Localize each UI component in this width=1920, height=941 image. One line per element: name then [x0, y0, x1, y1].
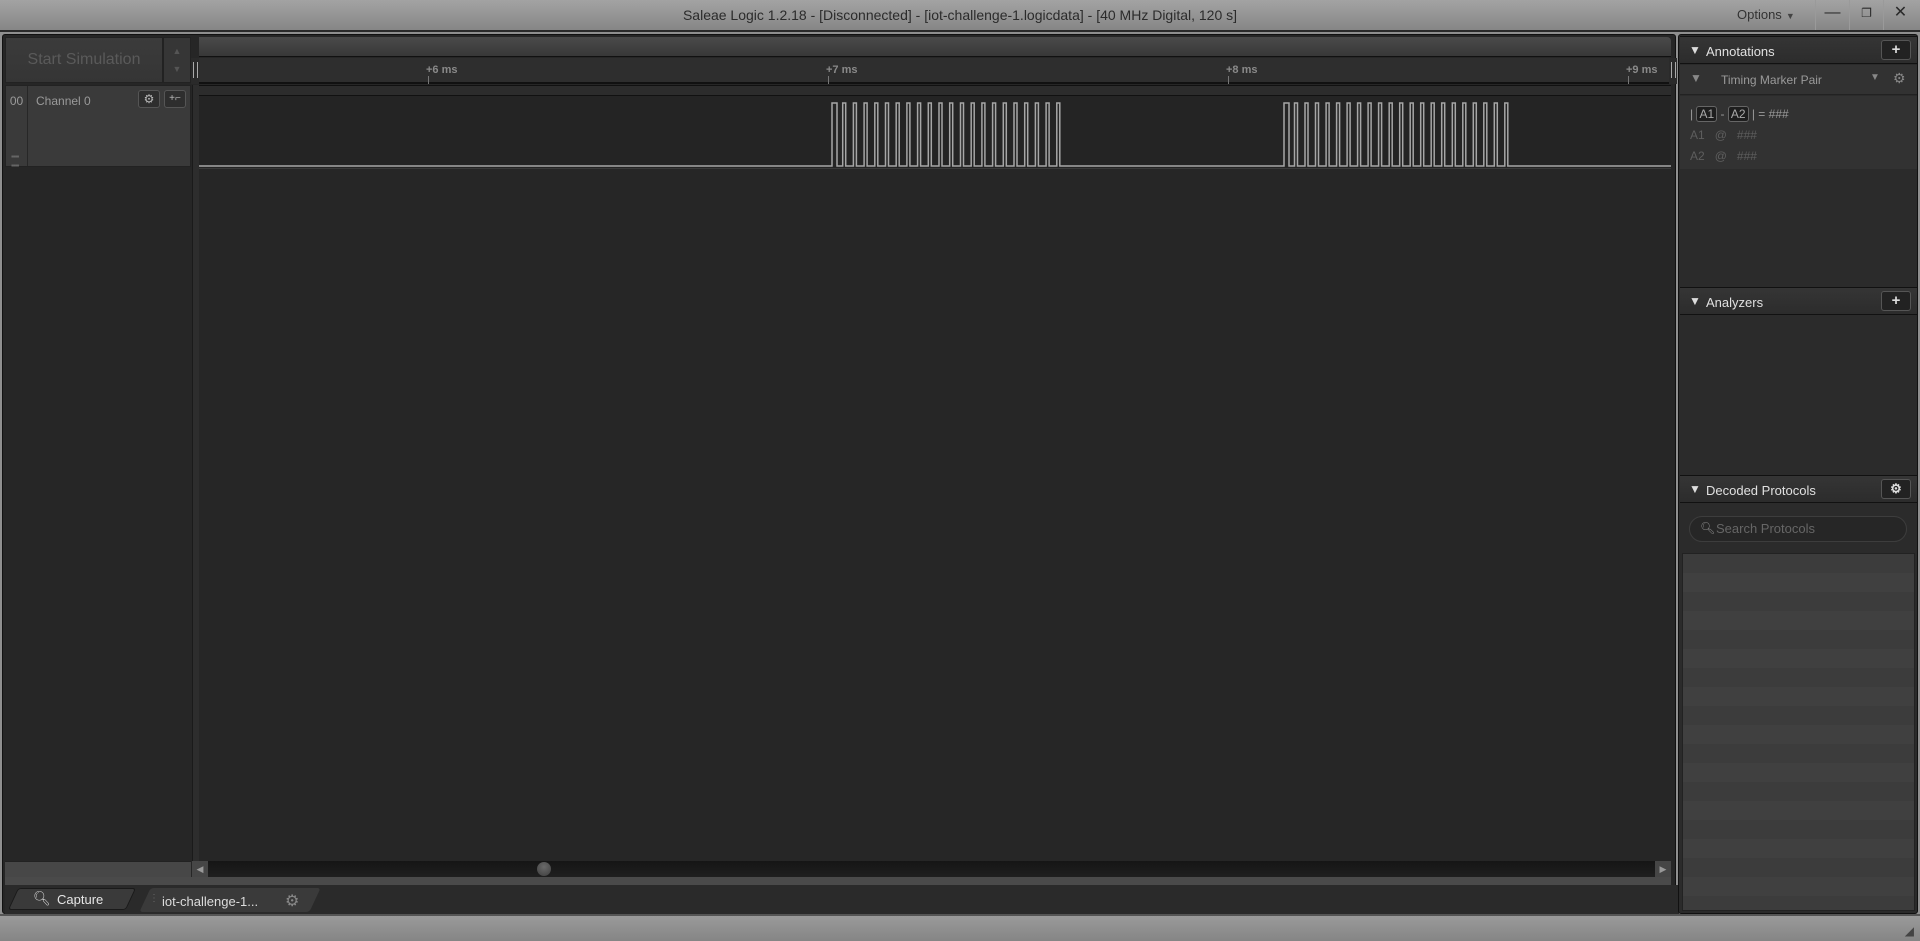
- a1-row: A1 @ ###: [1690, 128, 1757, 142]
- tick-label: +7 ms: [826, 64, 858, 76]
- tick-line: [828, 76, 829, 84]
- minimize-icon: —: [1824, 4, 1841, 21]
- a1-badge[interactable]: A1: [1696, 106, 1718, 122]
- a2-row: A2 @ ###: [1690, 149, 1757, 163]
- channel-trigger-button[interactable]: +⌐: [164, 90, 186, 108]
- search-protocols-input[interactable]: 🔍︎ Search Protocols: [1689, 516, 1907, 542]
- tick-line: [428, 76, 429, 84]
- a2-at: @: [1714, 149, 1727, 163]
- close-button[interactable]: ✕: [1883, 0, 1917, 30]
- marker-pin-icon[interactable]: ▼: [1690, 71, 1702, 85]
- horizontal-scrollbar[interactable]: ◀ ▶: [192, 861, 1671, 877]
- options-menu[interactable]: Options ▼: [1737, 7, 1795, 22]
- restore-button[interactable]: ❐: [1849, 0, 1883, 30]
- ruler-right-handle[interactable]: [1669, 58, 1677, 84]
- a2-value: ###: [1736, 149, 1757, 163]
- a1-value: ###: [1736, 128, 1757, 142]
- start-simulation-button[interactable]: Start Simulation: [5, 37, 163, 83]
- add-analyzer-button[interactable]: +: [1881, 291, 1911, 311]
- decoded-protocols-settings-button[interactable]: ⚙: [1881, 479, 1911, 499]
- tab-capture[interactable]: Capture: [57, 892, 103, 907]
- waveform-svg: [199, 102, 1671, 167]
- chevron-down-icon: ▼: [1785, 11, 1795, 21]
- scrollbar-track-base: [5, 877, 1671, 885]
- rising-edge-trigger-icon: +⌐: [169, 93, 181, 104]
- minimize-button[interactable]: —: [1815, 0, 1849, 30]
- tick-label: +9 ms: [1626, 64, 1658, 76]
- a1-label: A1: [1690, 128, 1705, 142]
- a2-badge[interactable]: A2: [1727, 106, 1749, 122]
- title-bar: Saleae Logic 1.2.18 - [Disconnected] - […: [0, 0, 1920, 32]
- drag-handle-icon: ⋮: [149, 893, 159, 904]
- analyzers-title: Analyzers: [1706, 295, 1764, 310]
- vertical-scrollbar[interactable]: [192, 85, 199, 895]
- chevron-down-icon[interactable]: ▼: [1870, 72, 1880, 83]
- arrow-down-icon: ▼: [172, 64, 182, 74]
- waveform-trace: [199, 102, 1671, 167]
- gear-icon: ⚙: [143, 92, 155, 106]
- gear-icon[interactable]: ⚙: [285, 891, 299, 911]
- tick-line: [1628, 76, 1629, 84]
- resize-grip-icon[interactable]: ◢: [1905, 924, 1914, 938]
- scroll-left-arrow-icon[interactable]: ◀: [192, 861, 208, 877]
- channel-name[interactable]: Channel 0: [36, 94, 91, 108]
- right-sidebar: ▼ Annotations + ▼ Timing Marker Pair ▼ ⚙…: [1678, 34, 1918, 914]
- collapse-triangle-icon[interactable]: ▼: [1689, 294, 1701, 308]
- add-annotation-button[interactable]: +: [1881, 40, 1911, 60]
- channel-settings-button[interactable]: ⚙: [138, 90, 160, 108]
- plus-icon: +: [1891, 41, 1901, 58]
- channel-header[interactable]: 00 ▪▪▪▪ ▪▪▪▪ Channel 0 ⚙ +⌐: [5, 85, 191, 170]
- drag-handle-icon[interactable]: ▪▪▪▪ ▪▪▪▪: [11, 152, 19, 170]
- collapse-triangle-icon[interactable]: ▼: [1689, 43, 1701, 57]
- scroll-right-arrow-icon[interactable]: ▶: [1655, 861, 1671, 877]
- search-icon: 🔍︎: [1700, 521, 1716, 535]
- tab-file[interactable]: iot-challenge-1...: [162, 894, 258, 909]
- status-bar: ◢: [0, 914, 1920, 941]
- channel-waveform[interactable]: [199, 85, 1671, 169]
- a1-at: @: [1714, 128, 1727, 142]
- main-panel: Start Simulation ▲ ▼ +6 ms +7 ms +8 ms +…: [2, 34, 1679, 915]
- scrollbar-thumb[interactable]: [537, 862, 551, 876]
- search-placeholder: Search Protocols: [1716, 521, 1815, 536]
- decoded-protocols-list[interactable]: [1682, 553, 1915, 911]
- simulation-options-stepper[interactable]: ▲ ▼: [163, 37, 191, 83]
- tick-label: +8 ms: [1226, 64, 1258, 76]
- capture-search-icon: 🔍︎: [33, 890, 51, 906]
- scrollbar-left-filler: [5, 861, 191, 877]
- close-icon: ✕: [1893, 4, 1908, 21]
- timeline-overview-bar[interactable]: [199, 37, 1671, 57]
- marker-formula: | A1 - A2 | = ###: [1690, 106, 1789, 122]
- annotations-title: Annotations: [1706, 44, 1775, 59]
- marker-type-label[interactable]: Timing Marker Pair: [1721, 73, 1822, 87]
- tick-line: [1228, 76, 1229, 84]
- options-label: Options: [1737, 7, 1782, 22]
- window-title: Saleae Logic 1.2.18 - [Disconnected] - […: [682, 7, 1238, 23]
- a2-label: A2: [1690, 149, 1705, 163]
- arrow-up-icon: ▲: [172, 46, 182, 56]
- collapse-triangle-icon[interactable]: ▼: [1689, 482, 1701, 496]
- decoded-protocols-title: Decoded Protocols: [1706, 483, 1816, 498]
- delta-value: ###: [1768, 107, 1789, 121]
- bottom-tab-bar: 🔍︎ Capture ⋮ iot-challenge-1... ⚙: [5, 885, 1679, 915]
- annotation-body: | A1 - A2 | = ### A1 @ ### A2 @ ###: [1680, 96, 1917, 169]
- timing-marker-row[interactable]: ▼ Timing Marker Pair ▼ ⚙: [1680, 65, 1917, 95]
- ruler-left-handle[interactable]: [191, 58, 199, 84]
- gear-icon[interactable]: ⚙: [1893, 70, 1906, 87]
- time-ruler[interactable]: +6 ms +7 ms +8 ms +9 ms: [199, 58, 1671, 84]
- gear-icon: ⚙: [1890, 481, 1902, 496]
- restore-icon: ❐: [1861, 6, 1872, 20]
- analyzers-header[interactable]: ▼ Analyzers +: [1680, 287, 1917, 315]
- tick-label: +6 ms: [426, 64, 458, 76]
- annotations-header[interactable]: ▼ Annotations +: [1680, 36, 1917, 64]
- plus-icon: +: [1891, 292, 1901, 309]
- decoded-protocols-header[interactable]: ▼ Decoded Protocols ⚙: [1680, 475, 1917, 503]
